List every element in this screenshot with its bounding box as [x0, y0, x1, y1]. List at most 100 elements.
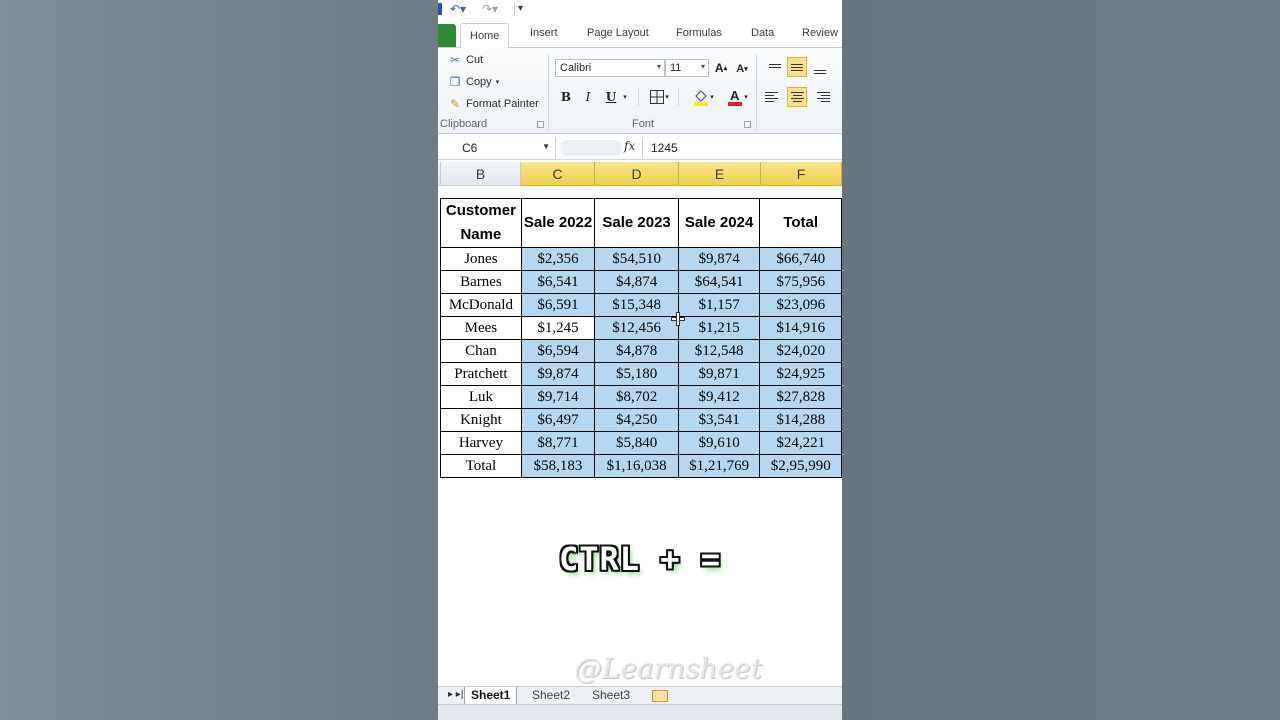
fill-color-button[interactable]: ▾: [689, 87, 717, 107]
cell-total[interactable]: $1,21,769: [677, 454, 761, 478]
cell-value[interactable]: $9,412: [677, 385, 761, 409]
name-box[interactable]: C6 ▼: [438, 137, 556, 159]
cell-total[interactable]: $2,95,990: [759, 454, 842, 478]
top-align-button[interactable]: [765, 57, 785, 77]
cell-value[interactable]: $4,874: [594, 270, 679, 294]
cell-value[interactable]: $24,925: [759, 362, 842, 386]
font-color-button[interactable]: A ▾: [723, 87, 751, 107]
header-cell-sale-2022[interactable]: Sale 2022: [520, 198, 596, 248]
cell-value[interactable]: $6,497: [520, 408, 596, 432]
sheet-tab-sheet1[interactable]: Sheet1: [464, 687, 518, 705]
cell-customer[interactable]: Harvey: [440, 431, 522, 455]
borders-button[interactable]: ▾: [646, 87, 672, 107]
cell-value[interactable]: $14,288: [759, 408, 842, 432]
shrink-font-button[interactable]: A ▾: [734, 59, 750, 79]
cell-value[interactable]: $2,356: [520, 247, 596, 271]
align-center-button[interactable]: [787, 87, 807, 107]
cell-value[interactable]: $23,096: [759, 293, 842, 317]
cell-value[interactable]: $24,221: [759, 431, 842, 455]
middle-align-button[interactable]: [787, 57, 807, 77]
tab-insert[interactable]: Insert: [530, 27, 558, 39]
cut-button[interactable]: ✂ Cut: [448, 53, 483, 67]
file-tab[interactable]: [438, 24, 456, 47]
header-cell-sale-2023[interactable]: Sale 2023: [594, 198, 679, 248]
bottom-align-button[interactable]: [810, 60, 830, 80]
cell-total-label[interactable]: Total: [440, 454, 522, 478]
cell-customer[interactable]: McDonald: [440, 293, 522, 317]
formula-bar-handle[interactable]: [560, 140, 622, 156]
cell-value[interactable]: $5,180: [594, 362, 679, 386]
tab-review[interactable]: Review: [802, 27, 838, 39]
align-right-button[interactable]: [810, 87, 830, 107]
save-icon[interactable]: [438, 3, 442, 15]
cell-value[interactable]: $24,020: [759, 339, 842, 363]
cell-value[interactable]: $4,250: [594, 408, 679, 432]
cell-value[interactable]: $9,874: [520, 362, 596, 386]
bold-button[interactable]: B: [558, 87, 574, 107]
cell-customer[interactable]: Luk: [440, 385, 522, 409]
cell-value[interactable]: $9,610: [677, 431, 761, 455]
insert-sheet-icon[interactable]: [652, 690, 668, 702]
column-header-d[interactable]: D: [595, 162, 679, 186]
tab-data[interactable]: Data: [751, 27, 774, 39]
cell-customer[interactable]: Jones: [440, 247, 522, 271]
header-cell-total[interactable]: Total: [759, 198, 842, 248]
cell-value[interactable]: $9,874: [677, 247, 761, 271]
cell-total[interactable]: $1,16,038: [594, 454, 679, 478]
font-launcher-icon[interactable]: [744, 121, 751, 128]
cell-customer[interactable]: Pratchett: [440, 362, 522, 386]
cell-value[interactable]: $5,840: [594, 431, 679, 455]
cell-total[interactable]: $58,183: [520, 454, 596, 478]
undo-icon[interactable]: ↶▾: [450, 2, 466, 16]
cell-value[interactable]: $3,541: [677, 408, 761, 432]
cell-value[interactable]: $1,157: [677, 293, 761, 317]
italic-button[interactable]: I: [580, 87, 596, 107]
header-cell-sale-2024[interactable]: Sale 2024: [677, 198, 761, 248]
active-cell[interactable]: $1,245: [520, 316, 596, 340]
cell-value[interactable]: $12,456: [594, 316, 679, 340]
column-header-b[interactable]: B: [441, 162, 521, 186]
cell-value[interactable]: $6,591: [520, 293, 596, 317]
column-header-c[interactable]: C: [521, 162, 595, 186]
cell-value[interactable]: $14,916: [759, 316, 842, 340]
tab-formulas[interactable]: Formulas: [676, 27, 722, 39]
font-family-select[interactable]: Calibri ▾: [555, 59, 665, 77]
cell-customer[interactable]: Barnes: [440, 270, 522, 294]
sheet-tab-sheet2[interactable]: Sheet2: [526, 687, 576, 705]
cell-value[interactable]: $9,714: [520, 385, 596, 409]
align-left-button[interactable]: [765, 87, 785, 107]
copy-button[interactable]: ❐ Copy ▾: [448, 75, 500, 89]
sheet-nav-icon[interactable]: ▸ ▸|: [448, 689, 463, 700]
grow-font-button[interactable]: A ▴: [712, 58, 730, 78]
cell-customer[interactable]: Mees: [440, 316, 522, 340]
column-header-f[interactable]: F: [761, 162, 842, 186]
tab-home[interactable]: Home: [460, 23, 510, 49]
sheet-tab-sheet3[interactable]: Sheet3: [586, 687, 636, 705]
header-cell-customer-name[interactable]: Customer Name: [440, 198, 522, 248]
column-header-e[interactable]: E: [679, 162, 761, 186]
cell-value[interactable]: $54,510: [594, 247, 679, 271]
insert-function-icon[interactable]: fx: [624, 139, 635, 153]
cell-value[interactable]: $8,702: [594, 385, 679, 409]
cell-value[interactable]: $75,956: [759, 270, 842, 294]
cell-value[interactable]: $6,541: [520, 270, 596, 294]
cell-value[interactable]: $27,828: [759, 385, 842, 409]
cell-value[interactable]: $66,740: [759, 247, 842, 271]
clipboard-launcher-icon[interactable]: [537, 121, 544, 128]
cell-customer[interactable]: Knight: [440, 408, 522, 432]
cell-value[interactable]: $8,771: [520, 431, 596, 455]
underline-button[interactable]: U: [603, 87, 619, 107]
cell-value[interactable]: $4,878: [594, 339, 679, 363]
cell-value[interactable]: $1,215: [677, 316, 761, 340]
customize-icon[interactable]: ▾: [518, 2, 523, 16]
copy-dropdown-icon[interactable]: ▾: [496, 78, 500, 86]
underline-dropdown-icon[interactable]: ▾: [621, 87, 629, 107]
font-size-select[interactable]: 11 ▾: [665, 59, 709, 77]
format-painter-button[interactable]: ✎ Format Painter: [448, 97, 539, 111]
cell-value[interactable]: $6,594: [520, 339, 596, 363]
tab-page-layout[interactable]: Page Layout: [587, 27, 649, 39]
cell-customer[interactable]: Chan: [440, 339, 522, 363]
formula-input[interactable]: 1245: [651, 141, 678, 155]
redo-icon[interactable]: ↷▾: [482, 2, 498, 16]
cell-value[interactable]: $9,871: [677, 362, 761, 386]
